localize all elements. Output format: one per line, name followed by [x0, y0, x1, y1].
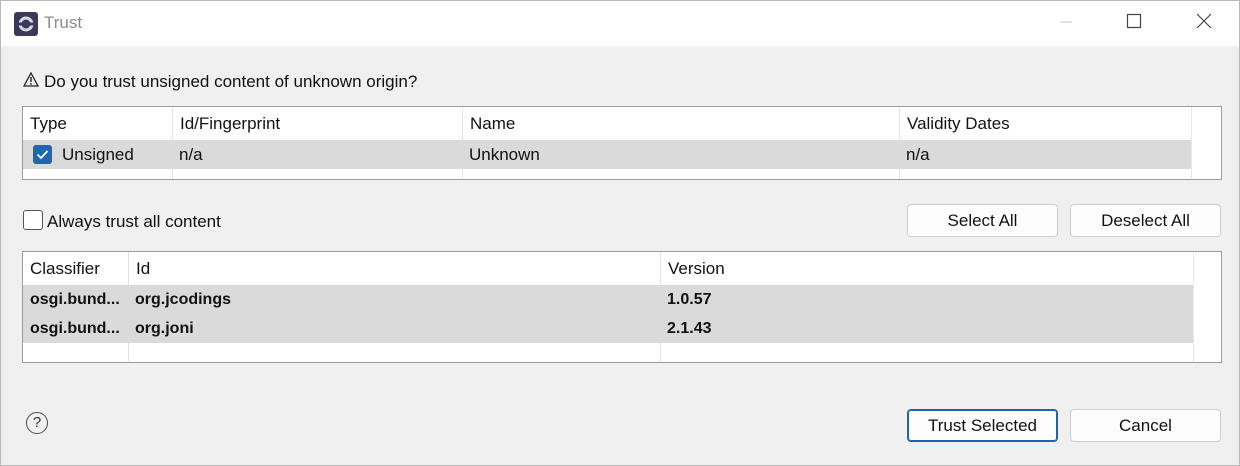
certificates-table[interactable]: Type Id/Fingerprint Name Validity Dates … — [22, 106, 1222, 180]
close-button[interactable] — [1169, 1, 1239, 46]
column-header-validity-dates[interactable]: Validity Dates — [900, 107, 1190, 139]
cell-validity: n/a — [906, 145, 930, 164]
cell-version: 2.1.43 — [667, 320, 712, 337]
always-trust-checkbox[interactable] — [23, 210, 43, 230]
column-header-id[interactable]: Id — [129, 252, 661, 284]
column-header-type[interactable]: Type — [23, 107, 173, 139]
cell-version: 1.0.57 — [667, 291, 712, 308]
help-icon[interactable]: ? — [26, 412, 48, 434]
maximize-button[interactable] — [1099, 1, 1169, 46]
minimize-icon — [1059, 14, 1073, 34]
cell-id: org.jcodings — [135, 291, 231, 308]
table-scroll-area — [1193, 252, 1221, 362]
trust-dialog: Trust Do you trust unsigned content of u… — [0, 0, 1240, 466]
eclipse-icon — [14, 12, 38, 36]
cell-type: Unsigned — [62, 145, 134, 164]
table-scroll-area — [1191, 107, 1221, 179]
select-all-button[interactable]: Select All — [907, 204, 1058, 237]
cell-classifier: osgi.bund... — [30, 320, 120, 337]
column-header-id-fingerprint[interactable]: Id/Fingerprint — [173, 107, 463, 139]
table-row[interactable]: Unsigned n/a Unknown n/a — [23, 140, 1191, 169]
warning-icon — [22, 71, 40, 92]
column-header-version[interactable]: Version — [661, 252, 1193, 284]
trust-selected-button[interactable]: Trust Selected — [907, 409, 1058, 442]
cell-classifier: osgi.bund... — [30, 291, 120, 308]
title-bar: Trust — [1, 1, 1239, 46]
cell-name: Unknown — [469, 145, 540, 164]
artifacts-table[interactable]: Classifier Id Version osgi.bund... org.j… — [22, 251, 1222, 363]
cell-id: n/a — [179, 145, 203, 164]
window-title: Trust — [44, 13, 83, 32]
minimize-button[interactable] — [1031, 1, 1101, 46]
deselect-all-button[interactable]: Deselect All — [1070, 204, 1221, 237]
row-checkbox[interactable] — [33, 145, 52, 164]
table-row[interactable]: osgi.bund... org.jcodings 1.0.57 — [23, 285, 1193, 314]
cancel-button[interactable]: Cancel — [1070, 409, 1221, 442]
maximize-icon — [1126, 13, 1142, 34]
column-header-name[interactable]: Name — [463, 107, 900, 139]
trust-question: Do you trust unsigned content of unknown… — [22, 71, 418, 92]
column-header-classifier[interactable]: Classifier — [23, 252, 129, 284]
close-icon — [1196, 13, 1212, 34]
table-row[interactable]: osgi.bund... org.joni 2.1.43 — [23, 314, 1193, 343]
question-text: Do you trust unsigned content of unknown… — [44, 72, 418, 91]
dialog-content: Do you trust unsigned content of unknown… — [1, 46, 1239, 466]
always-trust-label[interactable]: Always trust all content — [47, 212, 221, 232]
cell-id: org.joni — [135, 320, 194, 337]
